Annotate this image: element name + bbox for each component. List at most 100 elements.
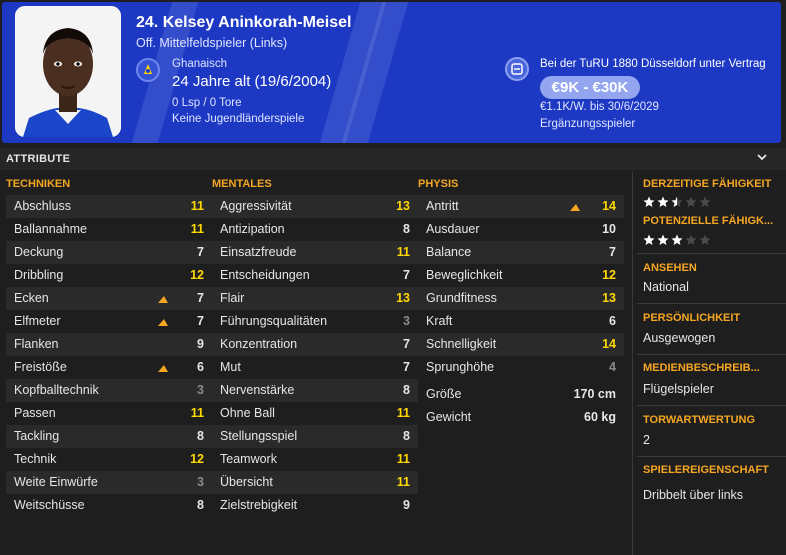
attribute-row[interactable]: Weite Einwürfe 3 [6, 471, 212, 494]
attribute-row[interactable]: Kraft 6 [418, 310, 624, 333]
attribute-value: 9 [197, 337, 204, 351]
attribute-row[interactable]: Deckung 7 [6, 241, 212, 264]
attribute-value: 12 [190, 452, 204, 466]
attribute-row[interactable]: Teamwork 11 [212, 448, 418, 471]
attribute-row[interactable]: Konzentration 7 [212, 333, 418, 356]
attribute-row[interactable]: Tackling 8 [6, 425, 212, 448]
star-icon [671, 196, 683, 207]
attribute-row[interactable]: Passen 11 [6, 402, 212, 425]
attribute-row[interactable]: Mut 7 [212, 356, 418, 379]
attribute-row[interactable]: Kopfballtechnik 3 [6, 379, 212, 402]
attribute-value: 3 [403, 314, 410, 328]
attribute-value: 7 [197, 245, 204, 259]
current-ability-label: DERZEITIGE FÄHIGKEIT [643, 178, 772, 190]
attribute-value: 9 [403, 498, 410, 512]
attribute-row[interactable]: Stellungsspiel 8 [212, 425, 418, 448]
trend-up-icon [570, 204, 580, 211]
personality-value[interactable]: Ausgewogen [643, 331, 715, 345]
attribute-label: Schnelligkeit [426, 337, 497, 351]
nationality-text[interactable]: Ghanaisch [172, 58, 227, 70]
column-title-mentales: MENTALES [212, 178, 272, 190]
attribute-row[interactable]: Dribbling 12 [6, 264, 212, 287]
attribute-value: 6 [197, 360, 204, 374]
squad-status: Ergänzungsspieler [540, 118, 636, 130]
column-title-physis: PHYSIS [418, 178, 459, 190]
attribute-row[interactable]: Aggressivität 13 [212, 195, 418, 218]
chevron-down-icon[interactable] [756, 151, 768, 163]
attribute-row[interactable]: Ausdauer 10 [418, 218, 624, 241]
attribute-row[interactable]: Flair 13 [212, 287, 418, 310]
nationality-flag-icon[interactable] [136, 58, 160, 82]
attribute-label: Größe [426, 387, 462, 401]
attribute-label: Freistöße [14, 360, 67, 374]
star-icon [657, 234, 669, 245]
star-icon [699, 234, 711, 245]
youth-apps: Keine Jugendländerspiele [172, 113, 305, 125]
trend-up-icon [158, 296, 168, 303]
media-description-value[interactable]: Flügelspieler [643, 382, 714, 396]
attribute-value: 7 [197, 314, 204, 328]
attribute-row[interactable]: Führungsqualitäten 3 [212, 310, 418, 333]
player-traits-label: SPIELEREIGENSCHAFT [643, 464, 769, 476]
attribute-value: 8 [403, 383, 410, 397]
attribute-label: Weite Einwürfe [14, 475, 98, 489]
attribute-row[interactable]: Abschluss 11 [6, 195, 212, 218]
attribute-value: 14 [602, 337, 616, 351]
attribute-value: 7 [403, 337, 410, 351]
attribute-row[interactable]: Einsatzfreude 11 [212, 241, 418, 264]
attributes-section-bar[interactable]: ATTRIBUTE [0, 148, 786, 170]
attribute-label: Flair [220, 291, 245, 305]
attribute-value: 11 [190, 199, 204, 213]
attribute-row[interactable]: Elfmeter 7 [6, 310, 212, 333]
attribute-row[interactable]: Entscheidungen 7 [212, 264, 418, 287]
gk-rating-label: TORWARTWERTUNG [643, 414, 756, 426]
column-title-techniken: TECHNIKEN [6, 178, 71, 190]
attribute-row[interactable]: Übersicht 11 [212, 471, 418, 494]
mentales-list: Aggressivität 13 Antizipation 8 Einsatzfreud… [212, 195, 418, 517]
attribute-row[interactable]: Beweglichkeit 12 [418, 264, 624, 287]
attribute-row[interactable]: Zielstrebigkeit 9 [212, 494, 418, 517]
club-badge-icon[interactable] [505, 57, 529, 81]
attribute-label: Zielstrebigkeit [220, 498, 298, 512]
attribute-row[interactable]: Freistöße 6 [6, 356, 212, 379]
attribute-row[interactable]: Gewicht 60 kg [418, 406, 624, 429]
attribute-row[interactable]: Balance 7 [418, 241, 624, 264]
attribute-row[interactable]: Weitschüsse 8 [6, 494, 212, 517]
attribute-row[interactable]: Antritt 14 [418, 195, 624, 218]
player-name: 24. Kelsey Aninkorah-Meisel [136, 14, 352, 31]
attribute-value: 7 [609, 245, 616, 259]
contract-text[interactable]: Bei der TuRU 1880 Düsseldorf unter Vertr… [540, 58, 766, 70]
attribute-label: Gewicht [426, 410, 472, 424]
attribute-row[interactable]: Schnelligkeit 14 [418, 333, 624, 356]
attribute-row[interactable]: Ballannahme 11 [6, 218, 212, 241]
attribute-row[interactable]: Antizipation 8 [212, 218, 418, 241]
attribute-row[interactable]: Ecken 7 [6, 287, 212, 310]
attribute-label: Tackling [14, 429, 60, 443]
attribute-row[interactable]: Nervenstärke 8 [212, 379, 418, 402]
attribute-row[interactable]: Ohne Ball 11 [212, 402, 418, 425]
attribute-label: Entscheidungen [220, 268, 310, 282]
attribute-label: Ohne Ball [220, 406, 275, 420]
potential-ability-stars [643, 233, 715, 245]
star-icon [685, 196, 697, 207]
physis-list: Antritt 14 Ausdauer 10 Balance 7 Beweglichkeit… [418, 195, 624, 429]
player-trait-item[interactable]: Dribbelt über links [643, 488, 743, 502]
divider [637, 303, 786, 304]
attribute-row[interactable]: Technik 12 [6, 448, 212, 471]
attribute-label: Sprunghöhe [426, 360, 495, 374]
transfer-value-badge[interactable]: €9K - €30K [540, 76, 640, 99]
attribute-label: Abschluss [14, 199, 71, 213]
player-photo[interactable] [15, 6, 121, 137]
attribute-row[interactable]: Sprunghöhe 4 [418, 356, 624, 379]
attribute-label: Antizipation [220, 222, 285, 236]
attribute-value: 13 [602, 291, 616, 305]
reputation-label: ANSEHEN [643, 262, 697, 274]
trend-up-icon [158, 319, 168, 326]
attribute-label: Dribbling [14, 268, 64, 282]
attribute-value: 13 [396, 199, 410, 213]
attribute-row[interactable]: Flanken 9 [6, 333, 212, 356]
trend-up-icon [158, 365, 168, 372]
attribute-row[interactable]: Grundfitness 13 [418, 287, 624, 310]
attribute-row[interactable]: Größe 170 cm [418, 383, 624, 406]
attribute-value: 8 [197, 429, 204, 443]
